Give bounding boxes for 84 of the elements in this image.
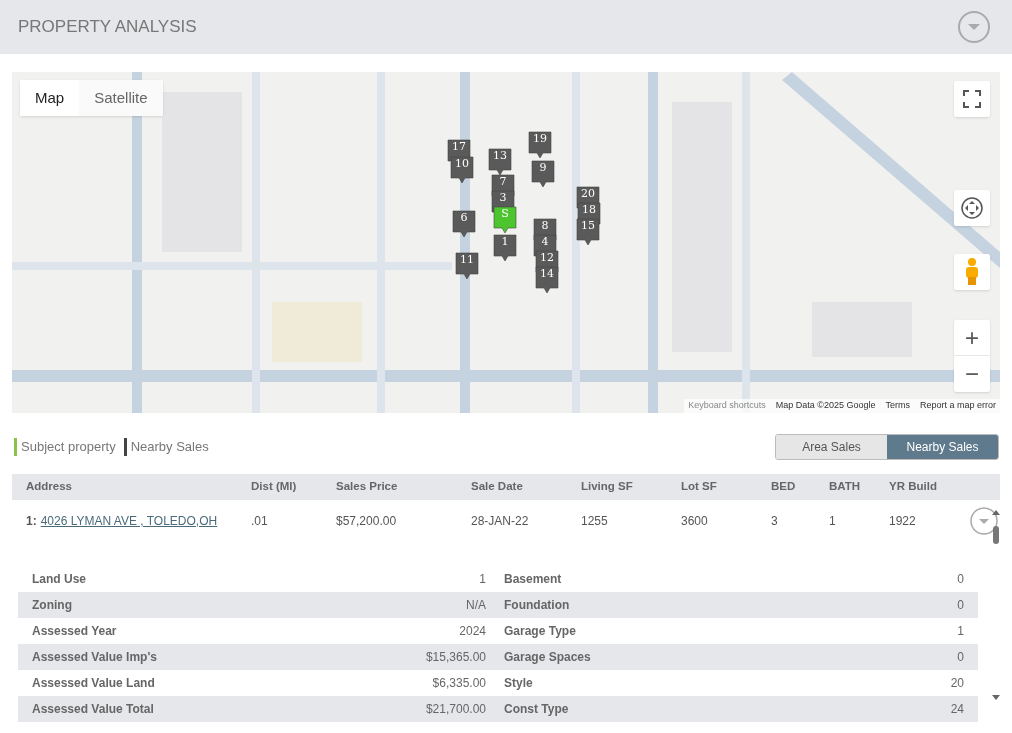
map-pin-shape	[455, 252, 479, 280]
detail-value: N/A	[465, 597, 487, 614]
expand-toggle-icon[interactable]	[969, 506, 999, 536]
map-pin-label[interactable]: 4	[537, 236, 553, 248]
map-pin-shape	[488, 148, 512, 176]
map-type-button[interactable]: Satellite	[79, 80, 163, 116]
map-pin-shape	[493, 206, 517, 234]
column-header: Sales Price	[336, 479, 399, 495]
table-cell-text: .01	[251, 513, 269, 530]
column-header: Dist (MI)	[251, 479, 298, 495]
detail-value: $6,335.00	[431, 675, 487, 692]
detail-label: Const Type	[503, 701, 570, 718]
table-cell-text: 3	[771, 513, 779, 530]
detail-label: Garage Type	[503, 623, 577, 640]
detail-label: Foundation	[503, 597, 571, 614]
detail-label: Basement	[503, 571, 563, 588]
detail-value: $21,700.00	[424, 701, 487, 718]
street-view-button[interactable]	[954, 254, 990, 290]
detail-value: 1	[956, 623, 964, 640]
person-icon	[963, 257, 981, 287]
detail-label: Garage Spaces	[503, 649, 592, 666]
column-header: BATH	[829, 479, 862, 495]
column-header: BED	[771, 479, 797, 495]
map-pin-shape	[528, 131, 552, 159]
scrollbar-thumb[interactable]	[993, 526, 999, 544]
table-cell-text: 1255	[581, 513, 609, 530]
row-index: 1:	[26, 513, 37, 530]
column-header: Living SF	[581, 479, 634, 495]
map-pin-label[interactable]: 8	[537, 220, 553, 232]
detail-value: 0	[956, 649, 964, 666]
detail-label: Assessed Value Land	[32, 675, 156, 692]
detail-value: 0	[956, 597, 964, 614]
scroll-up-icon[interactable]	[991, 508, 1001, 516]
column-header: Lot SF	[681, 479, 718, 495]
detail-label: Style	[503, 675, 534, 692]
map-pin-label[interactable]: 17	[451, 141, 467, 153]
table-cell-text: 1	[829, 513, 837, 530]
detail-label: Land Use	[32, 571, 87, 588]
detail-label: Zoning	[32, 597, 73, 614]
map-pin-label[interactable]: 3	[495, 192, 511, 204]
detail-value: 20	[949, 675, 964, 692]
move-arrows-icon	[960, 196, 984, 220]
table-cell-text: 1922	[889, 513, 917, 530]
detail-label: Assessed Value Total	[32, 701, 155, 718]
table-cell-text: 3600	[681, 513, 709, 530]
address-link[interactable]: 4026 LYMAN AVE , TOLEDO,OH	[40, 512, 218, 530]
map-pin-label[interactable]: 7	[495, 176, 511, 188]
map-pin-shape	[452, 210, 476, 238]
legend-label: Nearby Sales	[130, 438, 209, 457]
map-pin-label[interactable]: 18	[581, 204, 597, 216]
zoom-in-button[interactable]: +	[954, 320, 990, 356]
view-tab[interactable]: Nearby Sales	[887, 435, 998, 459]
detail-value: 1	[478, 571, 487, 588]
map-pin-shape	[531, 160, 555, 188]
map-pin-shape	[535, 266, 559, 294]
section-title: PROPERTY ANALYSIS	[18, 16, 197, 39]
map-footer-link[interactable]: Report a map error	[919, 399, 996, 413]
map-pin-shape	[450, 156, 474, 184]
map-pin-shape	[493, 234, 517, 262]
map-pin-shape	[576, 218, 600, 246]
detail-label: Assessed Year	[32, 623, 118, 640]
map-attribution: Map Data ©2025 Google	[775, 399, 876, 413]
column-header: Sale Date	[471, 479, 524, 495]
table-cell-text: 28-JAN-22	[471, 513, 530, 530]
table-cell-text: $57,200.00	[336, 513, 398, 530]
scroll-down-icon[interactable]	[991, 694, 1001, 702]
column-header: YR Build	[889, 479, 938, 495]
map-pin-label[interactable]: 12	[539, 252, 555, 264]
detail-label: Assessed Value Imp's	[32, 649, 158, 666]
fullscreen-button[interactable]	[954, 81, 990, 117]
map-footer-link[interactable]: Terms	[885, 399, 910, 413]
map-footer-link[interactable]: Keyboard shortcuts	[688, 399, 766, 413]
camera-control-button[interactable]	[954, 190, 990, 226]
detail-value: $15,365.00	[424, 649, 487, 666]
column-header: Address	[26, 479, 74, 495]
view-tab[interactable]: Area Sales	[776, 435, 887, 459]
fullscreen-icon	[963, 90, 981, 108]
zoom-out-button[interactable]: −	[954, 356, 990, 392]
map-type-button[interactable]: Map	[20, 80, 80, 116]
map-pin-label[interactable]: 20	[580, 188, 596, 200]
legend-label: Subject property	[21, 438, 116, 457]
detail-value: 2024	[458, 623, 487, 640]
detail-value: 0	[956, 571, 964, 588]
detail-value: 24	[949, 701, 964, 718]
